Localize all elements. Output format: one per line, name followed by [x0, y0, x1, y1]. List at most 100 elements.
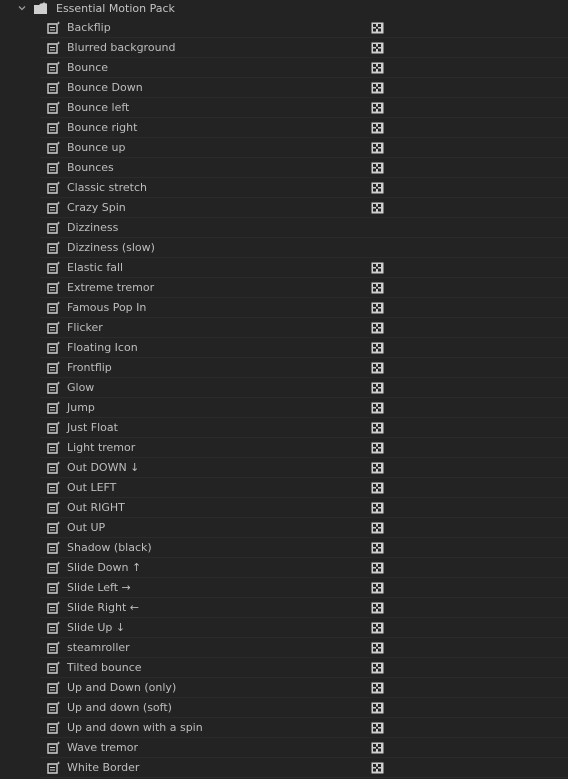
accelerated-effect-icon: [371, 622, 384, 634]
effect-preset-icon: [47, 221, 61, 234]
preset-item[interactable]: Frontflip: [0, 358, 568, 378]
effect-preset-icon: [47, 21, 61, 34]
effect-preset-icon: [47, 361, 61, 374]
preset-item[interactable]: Blurred background: [0, 38, 568, 58]
preset-item-label: Up and down (soft): [67, 701, 172, 714]
preset-item[interactable]: Out RIGHT: [0, 498, 568, 518]
accelerated-effect-icon: [371, 522, 384, 534]
accelerated-effect-icon: [371, 562, 384, 574]
effect-preset-icon: [47, 481, 61, 494]
preset-item-label: White Border: [67, 761, 140, 774]
accelerated-effect-icon: [371, 742, 384, 754]
preset-item[interactable]: Up and down (soft): [0, 698, 568, 718]
accelerated-effect-icon: [371, 62, 384, 74]
preset-item[interactable]: Famous Pop In: [0, 298, 568, 318]
effects-panel: Essential Motion Pack Backflip Blurred ba…: [0, 0, 568, 779]
preset-item[interactable]: Elastic fall: [0, 258, 568, 278]
preset-item-label: Blurred background: [67, 41, 176, 54]
effect-preset-icon: [47, 341, 61, 354]
effect-preset-icon: [47, 241, 61, 254]
preset-item-label: Slide Right ←: [67, 601, 140, 614]
accelerated-effect-icon: [371, 642, 384, 654]
preset-item[interactable]: Slide Right ←: [0, 598, 568, 618]
effect-preset-icon: [47, 741, 61, 754]
preset-item-label: Frontflip: [67, 361, 112, 374]
preset-item[interactable]: Extreme tremor: [0, 278, 568, 298]
effect-preset-icon: [47, 141, 61, 154]
effect-preset-icon: [47, 641, 61, 654]
preset-item[interactable]: Slide Down ↑: [0, 558, 568, 578]
accelerated-effect-icon: [371, 542, 384, 554]
preset-item-label: Shadow (black): [67, 541, 152, 554]
preset-item-label: Wave tremor: [67, 741, 139, 754]
effect-preset-icon: [47, 61, 61, 74]
preset-item[interactable]: Just Float: [0, 418, 568, 438]
preset-item-label: Out LEFT: [67, 481, 117, 494]
preset-item-label: Bounce left: [67, 101, 130, 114]
effect-preset-icon: [47, 101, 61, 114]
effect-preset-icon: [47, 161, 61, 174]
preset-item[interactable]: Wave tremor: [0, 738, 568, 758]
preset-item[interactable]: Slide Left →: [0, 578, 568, 598]
preset-bin-essential-motion-pack[interactable]: Essential Motion Pack: [0, 0, 568, 18]
preset-item-label: Backflip: [67, 21, 111, 34]
preset-item[interactable]: Floating Icon: [0, 338, 568, 358]
preset-item[interactable]: Backflip: [0, 18, 568, 38]
accelerated-effect-icon: [371, 42, 384, 54]
preset-item-label: Slide Left →: [67, 581, 131, 594]
preset-item-label: Bounce Down: [67, 81, 143, 94]
preset-item[interactable]: Up and down with a spin: [0, 718, 568, 738]
accelerated-effect-icon: [371, 602, 384, 614]
preset-item[interactable]: steamroller: [0, 638, 568, 658]
preset-item[interactable]: Out LEFT: [0, 478, 568, 498]
effect-preset-icon: [47, 601, 61, 614]
preset-item[interactable]: Slide Up ↓: [0, 618, 568, 638]
preset-item-label: Slide Down ↑: [67, 561, 142, 574]
preset-item[interactable]: Tilted bounce: [0, 658, 568, 678]
preset-item[interactable]: Bounce left: [0, 98, 568, 118]
preset-item-label: Extreme tremor: [67, 281, 155, 294]
effect-preset-icon: [47, 121, 61, 134]
accelerated-effect-icon: [371, 682, 384, 694]
preset-item[interactable]: Classic stretch: [0, 178, 568, 198]
preset-item[interactable]: Bounces: [0, 158, 568, 178]
accelerated-effect-icon: [371, 102, 384, 114]
accelerated-effect-icon: [371, 362, 384, 374]
effect-preset-icon: [47, 661, 61, 674]
preset-item[interactable]: Bounce Down: [0, 78, 568, 98]
accelerated-effect-icon: [371, 582, 384, 594]
accelerated-effect-icon: [371, 202, 384, 214]
preset-item-label: Out RIGHT: [67, 501, 125, 514]
preset-item[interactable]: Light tremor: [0, 438, 568, 458]
chevron-down-icon[interactable]: [17, 3, 27, 13]
preset-item[interactable]: Dizziness: [0, 218, 568, 238]
preset-item[interactable]: Shadow (black): [0, 538, 568, 558]
effect-preset-icon: [47, 561, 61, 574]
accelerated-effect-icon: [371, 482, 384, 494]
preset-item[interactable]: Out DOWN ↓: [0, 458, 568, 478]
preset-item[interactable]: Jump: [0, 398, 568, 418]
accelerated-effect-icon: [371, 282, 384, 294]
preset-item[interactable]: Bounce right: [0, 118, 568, 138]
preset-item[interactable]: Out UP: [0, 518, 568, 538]
preset-item[interactable]: Bounce: [0, 58, 568, 78]
effect-preset-icon: [47, 321, 61, 334]
preset-item[interactable]: White Border: [0, 758, 568, 778]
preset-item[interactable]: Bounce up: [0, 138, 568, 158]
accelerated-effect-icon: [371, 382, 384, 394]
effect-preset-icon: [47, 521, 61, 534]
accelerated-effect-icon: [371, 442, 384, 454]
accelerated-effect-icon: [371, 662, 384, 674]
accelerated-effect-icon: [371, 502, 384, 514]
preset-item[interactable]: Flicker: [0, 318, 568, 338]
preset-item-label: Light tremor: [67, 441, 136, 454]
effect-preset-icon: [47, 421, 61, 434]
effect-preset-icon: [47, 761, 61, 774]
preset-item[interactable]: Crazy Spin: [0, 198, 568, 218]
preset-item-label: Bounces: [67, 161, 114, 174]
preset-item[interactable]: Glow: [0, 378, 568, 398]
folder-label: Essential Motion Pack: [56, 2, 175, 15]
preset-item[interactable]: Dizziness (slow): [0, 238, 568, 258]
accelerated-effect-icon: [371, 422, 384, 434]
preset-item[interactable]: Up and Down (only): [0, 678, 568, 698]
